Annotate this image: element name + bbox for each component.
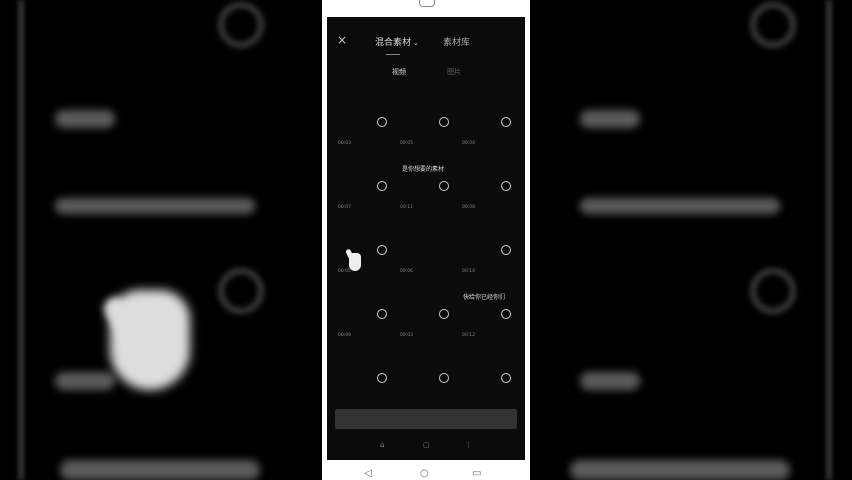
blur-bar: [18, 0, 24, 480]
media-duration: 00:08: [462, 205, 475, 210]
select-radio[interactable]: [501, 117, 511, 127]
background-left: [0, 0, 322, 480]
media-duration: 00:05: [400, 141, 413, 146]
media-duration: 00:07: [338, 205, 351, 210]
media-duration: 00:11: [400, 205, 413, 210]
blur-block: [580, 372, 640, 390]
blur-ring: [218, 268, 264, 314]
select-radio[interactable]: [439, 117, 449, 127]
select-radio[interactable]: [439, 373, 449, 383]
select-radio[interactable]: [377, 117, 387, 127]
close-icon[interactable]: ×: [337, 33, 347, 47]
media-duration: 00:12: [462, 333, 475, 338]
select-radio[interactable]: [501, 309, 511, 319]
media-item[interactable]: 00:14: [462, 225, 524, 289]
media-item[interactable]: 00:09: [338, 289, 400, 353]
select-radio[interactable]: [501, 373, 511, 383]
back-icon[interactable]: ◁: [364, 468, 372, 479]
caption-overlay: 快给你已经你们: [463, 294, 506, 301]
phone-notch: [419, 0, 435, 7]
blur-block: [570, 460, 790, 480]
media-duration: 00:04: [462, 141, 475, 146]
media-item[interactable]: 00:08: [462, 161, 524, 225]
blur-block: [55, 198, 255, 214]
media-duration: 00:05: [338, 269, 351, 274]
phone-frame: × 混合素材 ⌄ 素材库 视频 图片 00:03 00:05 00:04 00:…: [322, 0, 530, 480]
blur-ring: [750, 268, 796, 314]
blur-ring: [218, 2, 264, 48]
tab-mixed-materials-label: 混合素材: [375, 38, 412, 48]
square-icon[interactable]: ▢: [423, 441, 430, 449]
app-screen: × 混合素材 ⌄ 素材库 视频 图片 00:03 00:05 00:04 00:…: [327, 17, 525, 460]
select-radio[interactable]: [377, 309, 387, 319]
system-nav-bar: ◁ ○ ▭: [322, 460, 530, 480]
media-duration: 00:09: [338, 333, 351, 338]
select-radio[interactable]: [439, 309, 449, 319]
blur-block: [580, 110, 640, 128]
media-item[interactable]: [400, 353, 462, 417]
blur-bar: [826, 0, 832, 480]
tab-indicator: [386, 54, 400, 55]
tab-material-library[interactable]: 素材库: [443, 35, 470, 48]
tab-video[interactable]: 视频: [392, 67, 406, 77]
select-radio[interactable]: [439, 181, 449, 191]
home-circle-icon[interactable]: ○: [420, 468, 429, 479]
blur-block: [55, 372, 115, 390]
media-item[interactable]: 00:03: [400, 289, 462, 353]
more-icon[interactable]: ⋮: [465, 441, 472, 449]
media-item[interactable]: 00:05: [400, 97, 462, 161]
select-radio[interactable]: [377, 245, 387, 255]
tab-image[interactable]: 图片: [447, 67, 461, 77]
caption-overlay: 是你想要的素材: [402, 166, 445, 173]
media-duration: 00:06: [400, 269, 413, 274]
select-radio[interactable]: [501, 181, 511, 191]
media-type-tabs: 视频 图片: [327, 67, 525, 79]
home-icon[interactable]: ⌂: [380, 441, 384, 449]
select-radio[interactable]: [501, 245, 511, 255]
media-duration: 00:03: [338, 141, 351, 146]
hand-pointer-icon: [349, 253, 361, 271]
media-duration: 00:14: [462, 269, 475, 274]
media-item[interactable]: 00:04: [462, 97, 524, 161]
blur-ring: [750, 2, 796, 48]
media-duration: 00:03: [400, 333, 413, 338]
media-item[interactable]: 00:06: [400, 225, 462, 289]
media-item[interactable]: 00:03: [338, 97, 400, 161]
select-radio[interactable]: [377, 373, 387, 383]
select-radio[interactable]: [377, 181, 387, 191]
media-item[interactable]: [462, 353, 524, 417]
top-bar: × 混合素材 ⌄ 素材库: [327, 33, 525, 55]
bottom-toolbar: ⌂ ▢ ⋮: [327, 441, 525, 453]
blur-block: [55, 110, 115, 128]
media-item[interactable]: 00:07: [338, 161, 400, 225]
blur-block: [60, 460, 260, 480]
blur-block: [580, 198, 780, 214]
media-item[interactable]: [338, 353, 400, 417]
chevron-down-icon: ⌄: [413, 39, 419, 47]
background-right: [530, 0, 852, 480]
tab-mixed-materials[interactable]: 混合素材 ⌄: [375, 35, 419, 48]
confirm-button[interactable]: [335, 409, 517, 429]
recents-icon[interactable]: ▭: [472, 468, 481, 479]
